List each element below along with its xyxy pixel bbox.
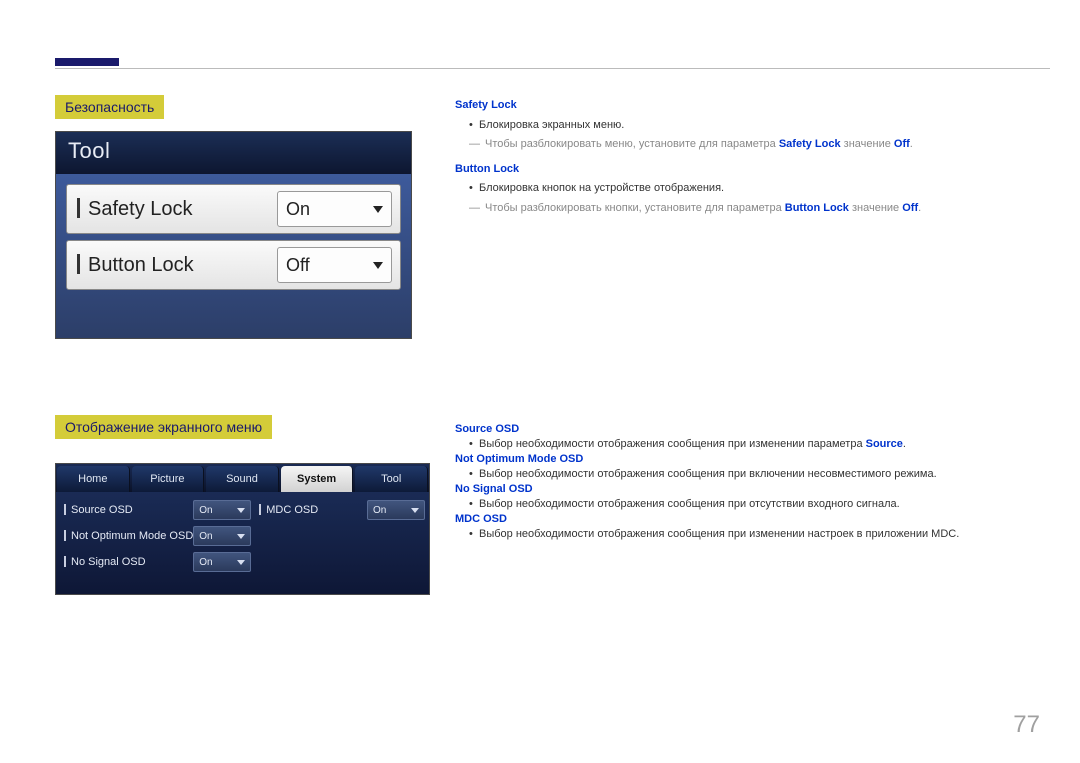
osd-value: On <box>199 505 212 516</box>
page-number: 77 <box>1013 711 1040 739</box>
chevron-down-icon <box>237 560 245 565</box>
bullet-text: Блокировка экранных меню. <box>455 117 1050 134</box>
note-mid: значение <box>849 202 902 214</box>
osd-dropdown[interactable]: On <box>193 500 251 520</box>
section-security-desc: Safety Lock Блокировка экранных меню. Чт… <box>455 95 1050 224</box>
osd-row-notopt[interactable]: Not Optimum Mode OSD On <box>60 524 251 548</box>
heading-safety-lock: Safety Lock <box>455 97 1050 114</box>
header-rule <box>55 68 1050 69</box>
tab-home[interactable]: Home <box>57 466 130 492</box>
osd-row-nosignal[interactable]: No Signal OSD On <box>60 550 251 574</box>
chevron-down-icon <box>373 206 383 213</box>
osd-dropdown[interactable]: On <box>193 526 251 546</box>
osd-label: Not Optimum Mode OSD <box>60 530 193 542</box>
osd-col-left: Source OSD On Not Optimum Mode OSD On No… <box>60 498 251 576</box>
note-mid: значение <box>841 138 894 150</box>
bullet-text: Выбор необходимости отображения сообщени… <box>455 498 1050 510</box>
tool-menu-body: Safety Lock On Button Lock Off <box>56 174 411 338</box>
section-security-left: Безопасность Tool Safety Lock On Button … <box>55 95 430 339</box>
osd-col-right: MDC OSD On <box>255 498 425 576</box>
tab-picture[interactable]: Picture <box>132 466 205 492</box>
bullet-text: Выбор необходимости отображения сообщени… <box>455 438 1050 450</box>
tool-row-button-lock[interactable]: Button Lock Off <box>66 240 401 290</box>
section-osd-desc: Source OSD Выбор необходимости отображен… <box>455 421 1050 543</box>
tool-menu-screenshot: Tool Safety Lock On Button Lock Off <box>55 131 412 339</box>
osd-value: On <box>199 557 212 568</box>
heading-mdc-osd: MDC OSD <box>455 513 1050 525</box>
chevron-down-icon <box>237 508 245 513</box>
note-text: Чтобы разблокировать кнопки, установите … <box>455 200 1050 217</box>
emphasis: Off <box>894 138 910 150</box>
tab-tool[interactable]: Tool <box>355 466 428 492</box>
tool-value: Off <box>286 255 310 276</box>
note-suf: . <box>918 202 921 214</box>
heading-nosignal-osd: No Signal OSD <box>455 483 1050 495</box>
heading-button-lock: Button Lock <box>455 161 1050 178</box>
heading-source-osd: Source OSD <box>455 423 1050 435</box>
osd-label: No Signal OSD <box>60 556 193 568</box>
section-title-security: Безопасность <box>55 95 164 119</box>
bullet-text: Выбор необходимости отображения сообщени… <box>455 528 1050 540</box>
header-accent-bar <box>55 58 119 66</box>
emphasis: Safety Lock <box>779 138 841 150</box>
osd-body: Source OSD On Not Optimum Mode OSD On No… <box>56 492 429 594</box>
text: Выбор необходимости отображения сообщени… <box>479 438 866 450</box>
bullet-text: Блокировка кнопок на устройстве отображе… <box>455 180 1050 197</box>
tab-system[interactable]: System <box>281 466 354 492</box>
note-suf: . <box>910 138 913 150</box>
emphasis: Off <box>902 202 918 214</box>
tool-value: On <box>286 199 310 220</box>
osd-dropdown[interactable]: On <box>193 552 251 572</box>
tool-menu-header: Tool <box>56 132 411 174</box>
emphasis: Source <box>866 438 903 450</box>
tool-row-safety-lock[interactable]: Safety Lock On <box>66 184 401 234</box>
emphasis: Button Lock <box>785 202 849 214</box>
osd-dropdown[interactable]: On <box>367 500 425 520</box>
tool-label: Button Lock <box>67 254 277 277</box>
osd-row-mdc[interactable]: MDC OSD On <box>255 498 425 522</box>
heading-notopt-osd: Not Optimum Mode OSD <box>455 453 1050 465</box>
osd-label: MDC OSD <box>255 504 367 516</box>
tab-sound[interactable]: Sound <box>206 466 279 492</box>
osd-menu-screenshot: Home Picture Sound System Tool Source OS… <box>55 463 430 595</box>
tool-label: Safety Lock <box>67 198 277 221</box>
text: . <box>903 438 906 450</box>
note-pre: Чтобы разблокировать меню, установите дл… <box>485 138 779 150</box>
osd-label: Source OSD <box>60 504 193 516</box>
note-text: Чтобы разблокировать меню, установите дл… <box>455 136 1050 153</box>
osd-tabs: Home Picture Sound System Tool <box>56 464 429 492</box>
osd-value: On <box>373 505 386 516</box>
chevron-down-icon <box>237 534 245 539</box>
note-pre: Чтобы разблокировать кнопки, установите … <box>485 202 785 214</box>
tool-dropdown[interactable]: On <box>277 191 392 227</box>
bullet-text: Выбор необходимости отображения сообщени… <box>455 468 1050 480</box>
tool-dropdown[interactable]: Off <box>277 247 392 283</box>
chevron-down-icon <box>373 262 383 269</box>
section-osd-left: Отображение экранного меню Home Picture … <box>55 415 430 595</box>
osd-value: On <box>199 531 212 542</box>
osd-row-source[interactable]: Source OSD On <box>60 498 251 522</box>
section-title-osd: Отображение экранного меню <box>55 415 272 439</box>
chevron-down-icon <box>411 508 419 513</box>
